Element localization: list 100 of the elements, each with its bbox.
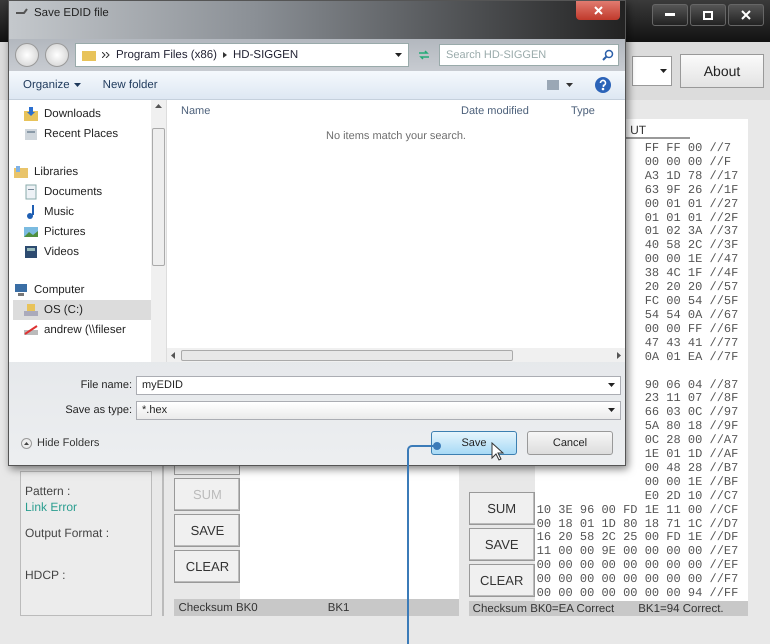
scrollbar[interactable] [151,100,166,362]
computer-icon [13,282,29,298]
back-button[interactable] [15,43,39,67]
new-folder-button[interactable]: New folder [102,79,158,91]
film-icon [23,244,39,260]
hex-line: 40 58 2C //3F [644,239,738,253]
picture-icon [23,224,39,240]
hex-line: 38 4C 1F //4F [644,267,738,281]
scroll-up-icon [155,104,162,108]
help-icon[interactable] [595,77,611,93]
document-icon [23,184,39,200]
nav-item[interactable]: Libraries [13,162,151,182]
collapse-icon [21,438,32,448]
dropdown[interactable] [632,56,672,86]
hex-line: 01 02 3A //37 [644,225,738,239]
breadcrumb-item[interactable]: HD-SIGGEN [232,49,298,61]
hex-line: 0A 01 EA //7F [644,350,738,364]
status-text: Checksum BK0=EA Correct [472,602,614,614]
nav-item[interactable]: Recent Places [13,124,151,144]
cancel-button[interactable]: Cancel [527,431,613,455]
breadcrumb-item[interactable]: Program Files (x86) [116,49,217,61]
hex-line: 0C 28 00 //A7 [644,434,738,448]
caret-icon [660,69,667,73]
address-bar[interactable]: Program Files (x86) HD-SIGGEN [75,43,409,67]
action-button[interactable]: CLEAR [174,550,240,583]
maximize-icon [703,10,713,20]
organize-menu[interactable]: Organize [23,79,81,91]
hex-line: A3 1D 78 //17 [644,170,738,184]
action-button[interactable]: SUM [468,492,535,525]
caret-icon [608,383,615,387]
hex-line: 66 03 0C //97 [644,406,738,420]
library-icon [13,164,29,180]
nav-item[interactable]: Pictures [13,222,151,242]
hex-line: 00 48 28 //B7 [644,462,738,476]
hex-line: 00 00 1E //BF [644,476,738,490]
hex-line: 63 9F 26 //1F [644,184,738,198]
close-icon [594,6,602,15]
nav-item[interactable]: Documents [13,182,151,202]
column-header[interactable]: Name [181,105,461,117]
hex-line: 47 43 41 //77 [644,336,738,351]
action-button[interactable]: SAVE [468,528,535,561]
field-label: Output Format : [25,526,110,540]
nav-item[interactable]: Computer [13,280,151,300]
hex-line: 00 00 00 00 00 00 00 00 //F7 [536,573,738,587]
status-text: Checksum BK0 [178,602,258,614]
maximize-button[interactable] [690,4,726,26]
hex-line: 20 20 20 //57 [644,281,738,295]
hex-line: 00 00 00 00 00 00 00 94 //FF [536,587,738,601]
column-header[interactable]: Type [571,105,611,117]
close-icon [741,10,751,20]
forward-button[interactable] [45,43,69,67]
close-button[interactable] [728,4,764,26]
scrollbar[interactable] [167,348,625,362]
field-label: HDCP : [25,568,66,582]
hex-line: 01 01 01 //2F [644,212,738,225]
hex-line: 00 00 00 //F [644,156,732,170]
hex-line: E0 2D 10 //C7 [644,490,738,504]
file-type-dropdown[interactable]: *.hex [136,400,621,420]
hide-folders-button[interactable]: Hide Folders [21,437,100,449]
empty-message: No items match your search. [326,130,466,142]
hex-line: 10 3E 96 00 FD 1E 11 00 //CF [536,504,738,518]
hex-line: 16 20 58 2C 25 00 FD 1E //DF [536,531,738,545]
minimize-button[interactable] [652,4,688,26]
action-button[interactable]: SAVE [174,514,240,547]
field-label: File name: [80,379,133,391]
scroll-left-icon [171,352,175,358]
download-folder-icon [23,106,39,122]
field-label: Pattern : [25,484,72,498]
hex-line: 00 01 01 //27 [644,198,738,212]
cursor-icon [492,442,504,461]
about-button[interactable]: About [680,54,764,88]
separator-icon [222,52,227,58]
nav-item[interactable]: Downloads [13,104,151,124]
hex-line: FF FF 00 //7 [644,142,732,156]
view-options-icon[interactable] [547,80,573,90]
refresh-icon [418,50,430,60]
window-icon [15,7,29,17]
caret-icon [74,83,81,87]
hex-line: 00 00 1E //47 [644,253,738,267]
status-text: BK1 [328,602,350,614]
hex-line: 90 06 04 //87 [644,378,738,392]
column-header[interactable]: Date modified [461,105,571,117]
action-button[interactable]: CLEAR [468,564,535,597]
nav-item[interactable]: Videos [13,242,151,262]
nav-item[interactable]: Music [13,202,151,222]
minimize-icon [665,13,675,17]
nav-item[interactable]: andrew (\\fileser [13,320,151,340]
hex-line: 00 18 01 1D 80 18 71 1C //D7 [536,518,738,531]
nav-item[interactable]: OS (C:) [13,300,151,320]
save-button[interactable]: Save [431,431,517,455]
field-label: Save as type: [64,404,133,416]
hex-line: 00 00 00 00 00 00 00 00 //EF [536,559,738,573]
caret-icon [608,408,615,412]
search-field[interactable]: Search HD-SIGGEN [439,44,619,66]
search-icon [602,49,614,61]
hex-line: 00 00 FF //6F [644,322,738,337]
file-name-field[interactable]: myEDID [136,376,621,394]
recent-places-icon [23,126,39,142]
caret-icon [395,53,402,57]
folder-icon [82,49,96,61]
